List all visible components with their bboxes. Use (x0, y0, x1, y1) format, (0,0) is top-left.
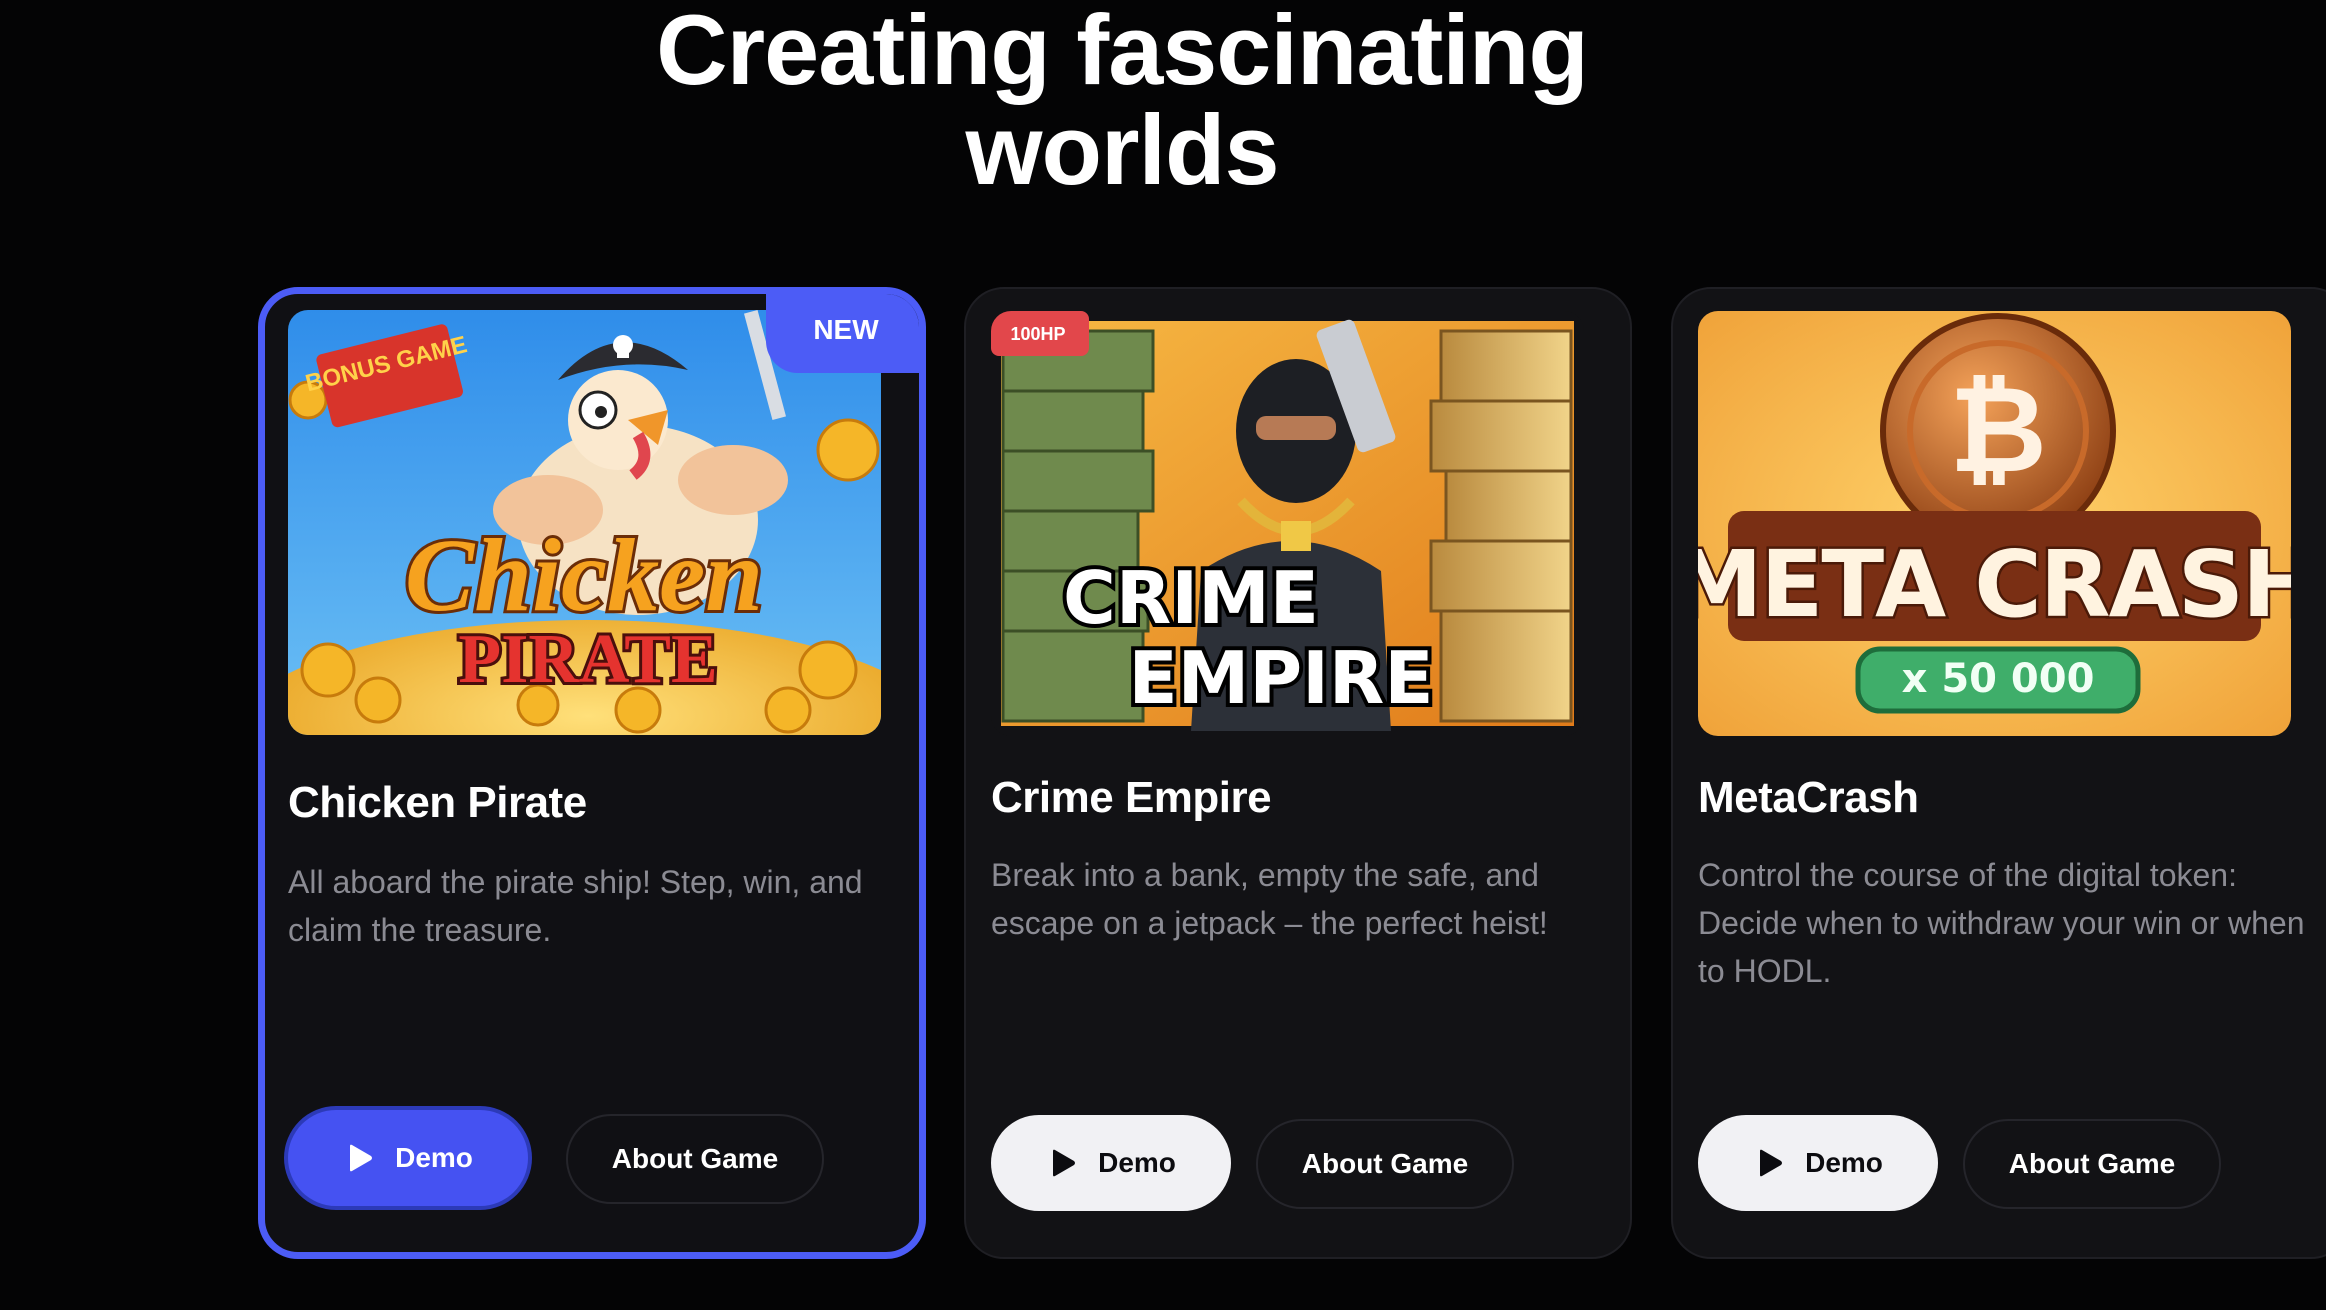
demo-button-label: Demo (395, 1142, 473, 1173)
demo-button-label: Demo (1805, 1147, 1883, 1178)
about-game-button-label: About Game (2008, 1148, 2176, 1179)
demo-button[interactable]: Demo (288, 1110, 528, 1206)
game-title: Crime Empire (991, 773, 1272, 822)
section-heading: Creating fascinating worlds (400, 0, 1844, 200)
logo-bottom-text: EMPIRE (1128, 636, 1433, 720)
svg-text:₿: ₿ (1949, 361, 2047, 500)
game-title: Chicken Pirate (288, 778, 587, 827)
page: Creating fascinating worlds NEW BONUS GA… (0, 0, 2326, 1310)
game-description: All aboard the pirate ship! Step, win, a… (288, 864, 863, 948)
section-heading-line-1: Creating fascinating (656, 0, 1589, 105)
logo-bottom-text: PIRATE (458, 621, 717, 698)
demo-button-label: Demo (1098, 1147, 1176, 1178)
game-thumbnail-metacrash[interactable]: ₿ META CRASH x 50 000 (1698, 311, 2291, 736)
game-description: Break into a bank, empty the safe, and e… (991, 857, 1548, 941)
game-card-chicken-pirate[interactable]: NEW BONUS GAME Chicken PIRATE Chicken Pi… (258, 287, 926, 1259)
logo-top-text: Chicken (405, 518, 763, 633)
about-game-button-label: About Game (1301, 1148, 1469, 1179)
play-icon (350, 1144, 373, 1172)
game-description: Control the course of the digital token:… (1698, 857, 2305, 989)
about-game-button[interactable]: About Game (566, 1114, 824, 1204)
section-heading-line-2: worlds (965, 94, 1279, 205)
play-icon (1760, 1149, 1783, 1177)
multiplier-text: x 50 000 (1902, 656, 2095, 702)
game-title: MetaCrash (1698, 773, 1919, 822)
new-badge: NEW (766, 294, 919, 373)
logo-text: META CRASH (1698, 531, 2291, 638)
logo-top-text: CRIME (1063, 556, 1319, 640)
game-card-metacrash[interactable]: ₿ META CRASH x 50 000 MetaCrash Control … (1671, 287, 2326, 1259)
game-thumbnail-crime-empire[interactable]: 100HP CRIME EMPIRE (991, 311, 1584, 736)
about-game-button[interactable]: About Game (1963, 1119, 2221, 1209)
demo-button[interactable]: Demo (991, 1115, 1231, 1211)
demo-button[interactable]: Demo (1698, 1115, 1938, 1211)
about-game-button[interactable]: About Game (1256, 1119, 1514, 1209)
hp-tag: 100HP (1010, 324, 1065, 344)
game-thumbnail-chicken-pirate[interactable]: BONUS GAME Chicken PIRATE (288, 310, 881, 735)
game-card-crime-empire[interactable]: 100HP CRIME EMPIRE Crime Empire Break in… (964, 287, 1632, 1259)
about-game-button-label: About Game (611, 1143, 779, 1174)
play-icon (1053, 1149, 1076, 1177)
